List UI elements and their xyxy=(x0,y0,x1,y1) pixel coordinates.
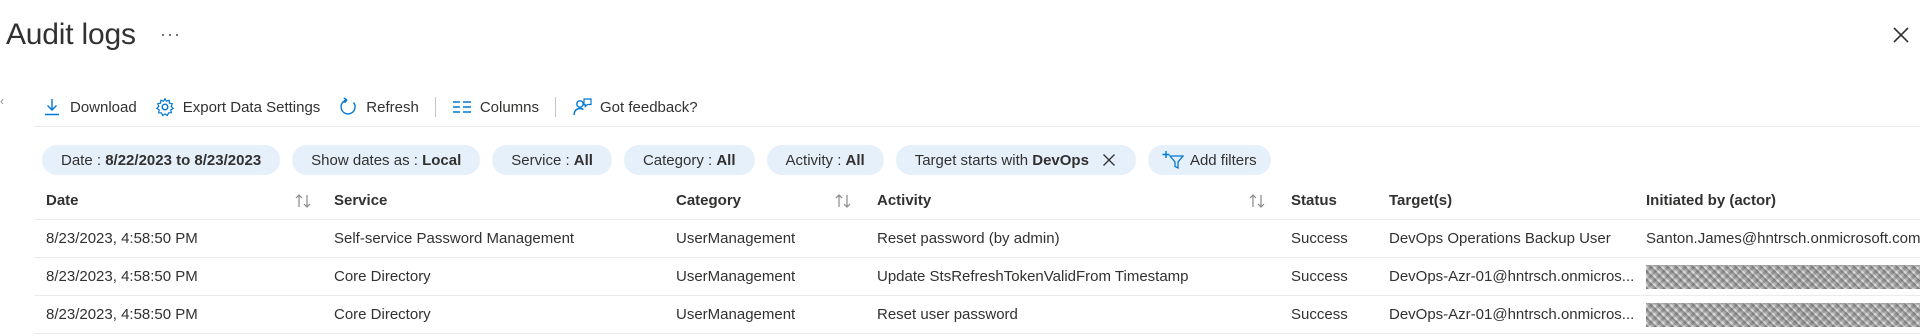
show-dates-filter-pill[interactable]: Show dates as : Local xyxy=(292,145,481,175)
service-cell: Self-service Password Management xyxy=(334,230,575,247)
activity-filter-label: Activity : xyxy=(785,151,842,169)
download-icon xyxy=(42,97,62,117)
status-cell: Success xyxy=(1291,306,1348,323)
toolbar-divider-line xyxy=(34,126,1920,127)
redacted-actor-image xyxy=(1646,303,1920,327)
service-filter-label: Service : xyxy=(511,151,570,169)
export-data-settings-label: Export Data Settings xyxy=(182,98,321,116)
date-filter-label: Date : xyxy=(61,151,102,169)
export-data-settings-button[interactable]: Export Data Settings xyxy=(155,97,321,117)
targets-cell: DevOps Operations Backup User xyxy=(1389,230,1611,247)
service-column-header[interactable]: Service xyxy=(334,182,387,219)
page-title: Audit logs xyxy=(6,18,136,51)
show-dates-filter-value: Local xyxy=(422,151,462,169)
activity-cell: Reset user password xyxy=(877,306,1018,323)
show-dates-filter-label: Show dates as : xyxy=(311,151,418,169)
targets-column-header[interactable]: Target(s) xyxy=(1389,182,1452,219)
status-column-header[interactable]: Status xyxy=(1291,182,1337,219)
activity-cell: Reset password (by admin) xyxy=(877,230,1060,247)
status-cell: Success xyxy=(1291,230,1348,247)
close-button[interactable] xyxy=(1890,24,1912,46)
columns-icon xyxy=(452,97,472,117)
category-column-header[interactable]: Category xyxy=(676,182,741,219)
toolbar-divider xyxy=(555,97,557,117)
service-filter-pill[interactable]: Service : All xyxy=(492,145,612,175)
date-cell: 8/23/2023, 4:58:50 PM xyxy=(46,306,198,323)
feedback-button[interactable]: Got feedback? xyxy=(572,97,698,117)
activity-column-header[interactable]: Activity xyxy=(877,182,931,219)
refresh-label: Refresh xyxy=(366,98,419,116)
columns-label: Columns xyxy=(479,98,540,116)
redacted-actor-image xyxy=(1646,265,1920,289)
more-options-button[interactable]: ··· xyxy=(160,24,181,45)
feedback-label: Got feedback? xyxy=(600,98,698,116)
remove-filter-close-icon[interactable] xyxy=(1101,152,1117,168)
status-cell: Success xyxy=(1291,268,1348,285)
activity-filter-value: All xyxy=(845,151,865,169)
sort-icon[interactable] xyxy=(834,193,852,209)
toolbar-divider xyxy=(434,97,436,117)
date-cell: 8/23/2023, 4:58:50 PM xyxy=(46,268,198,285)
close-icon xyxy=(1893,27,1909,43)
sort-icon[interactable] xyxy=(294,193,312,209)
activity-cell: Update StsRefreshTokenValidFrom Timestam… xyxy=(877,268,1189,285)
sort-icon[interactable] xyxy=(1248,193,1266,209)
table-row[interactable]: 8/23/2023, 4:58:50 PM Core Directory Use… xyxy=(34,258,1920,296)
target-filter-value: DevOps xyxy=(1032,151,1089,169)
feedback-icon xyxy=(572,97,592,117)
date-cell: 8/23/2023, 4:58:50 PM xyxy=(46,230,198,247)
initiated-by-cell: Santon.James@hntrsch.onmicrosoft.com xyxy=(1646,230,1920,247)
date-column-header[interactable]: Date xyxy=(46,182,79,219)
download-button[interactable]: Download xyxy=(42,97,137,117)
collapse-handle[interactable]: ‹ xyxy=(0,94,4,108)
target-filter-label: Target starts with xyxy=(914,151,1029,169)
table-header-row: Date Service Category Activity Status Ta… xyxy=(34,182,1920,220)
target-filter-pill[interactable]: Target starts with DevOps xyxy=(895,145,1136,175)
filter-bar: Date : 8/22/2023 to 8/23/2023 Show dates… xyxy=(42,145,1283,175)
command-bar: Download Export Data Settings Refresh Co… xyxy=(42,92,698,122)
category-filter-value: All xyxy=(716,151,736,169)
columns-button[interactable]: Columns xyxy=(452,97,539,117)
category-filter-pill[interactable]: Category : All xyxy=(623,145,755,175)
category-cell: UserManagement xyxy=(676,230,796,247)
date-filter-value: 8/22/2023 to 8/23/2023 xyxy=(105,151,262,169)
category-filter-label: Category : xyxy=(642,151,713,169)
targets-cell: DevOps-Azr-01@hntrsch.onmicros... xyxy=(1389,268,1635,285)
add-filters-button[interactable]: Add filters xyxy=(1147,145,1271,175)
refresh-button[interactable]: Refresh xyxy=(338,97,419,117)
table-row[interactable]: 8/23/2023, 4:58:50 PM Core Directory Use… xyxy=(34,296,1920,334)
add-filter-icon xyxy=(1162,150,1184,170)
service-filter-value: All xyxy=(573,151,593,169)
initiated-by-column-header[interactable]: Initiated by (actor) xyxy=(1646,182,1776,219)
date-filter-pill[interactable]: Date : 8/22/2023 to 8/23/2023 xyxy=(42,145,281,175)
service-cell: Core Directory xyxy=(334,306,431,323)
category-cell: UserManagement xyxy=(676,268,796,285)
refresh-icon xyxy=(338,97,358,117)
title-bar: Audit logs ··· xyxy=(0,14,1920,62)
activity-filter-pill[interactable]: Activity : All xyxy=(766,145,884,175)
audit-log-table: Date Service Category Activity Status Ta… xyxy=(34,182,1920,334)
gear-icon xyxy=(155,97,175,117)
table-row[interactable]: 8/23/2023, 4:58:50 PM Self-service Passw… xyxy=(34,220,1920,258)
category-cell: UserManagement xyxy=(676,306,796,323)
add-filters-label: Add filters xyxy=(1189,151,1257,169)
targets-cell: DevOps-Azr-01@hntrsch.onmicros... xyxy=(1389,306,1635,323)
service-cell: Core Directory xyxy=(334,268,431,285)
download-label: Download xyxy=(70,98,137,116)
